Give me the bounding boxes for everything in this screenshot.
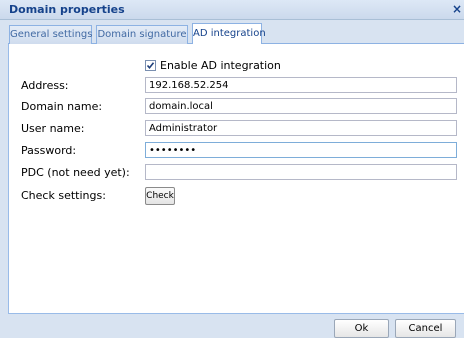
password-label: Password: [21, 144, 77, 157]
tab-ad-integration[interactable]: AD integration [192, 23, 266, 45]
domain-name-field[interactable] [145, 98, 457, 114]
tab-general-settings[interactable]: General settings [9, 25, 92, 44]
close-icon[interactable]: × [450, 2, 464, 17]
pdc-label: PDC (not need yet): [21, 166, 130, 179]
dialog-footer: Ok Cancel [0, 314, 464, 338]
dialog-title: Domain properties [9, 3, 125, 16]
cancel-button[interactable]: Cancel [395, 319, 456, 338]
address-label: Address: [21, 79, 69, 92]
enable-ad-label: Enable AD integration [160, 59, 281, 72]
checkmark-icon [146, 62, 155, 70]
title-bar: Domain properties × [0, 0, 464, 20]
ad-integration-panel: Enable AD integration Address: Domain na… [8, 44, 464, 314]
user-name-label: User name: [21, 122, 85, 135]
check-button[interactable]: Check [145, 187, 175, 205]
user-name-field[interactable] [145, 120, 457, 136]
password-field[interactable] [145, 142, 457, 158]
domain-name-label: Domain name: [21, 100, 103, 113]
pdc-field[interactable] [145, 164, 457, 180]
tab-domain-signature[interactable]: Domain signature [96, 25, 188, 44]
enable-ad-checkbox[interactable] [145, 60, 156, 71]
domain-properties-dialog: Domain properties × General settings Dom… [0, 0, 464, 338]
check-settings-label: Check settings: [21, 189, 106, 202]
ok-button[interactable]: Ok [334, 319, 389, 338]
tab-strip: General settings Domain signature AD int… [8, 23, 464, 45]
address-field[interactable] [145, 77, 457, 93]
window-frame [0, 20, 8, 314]
